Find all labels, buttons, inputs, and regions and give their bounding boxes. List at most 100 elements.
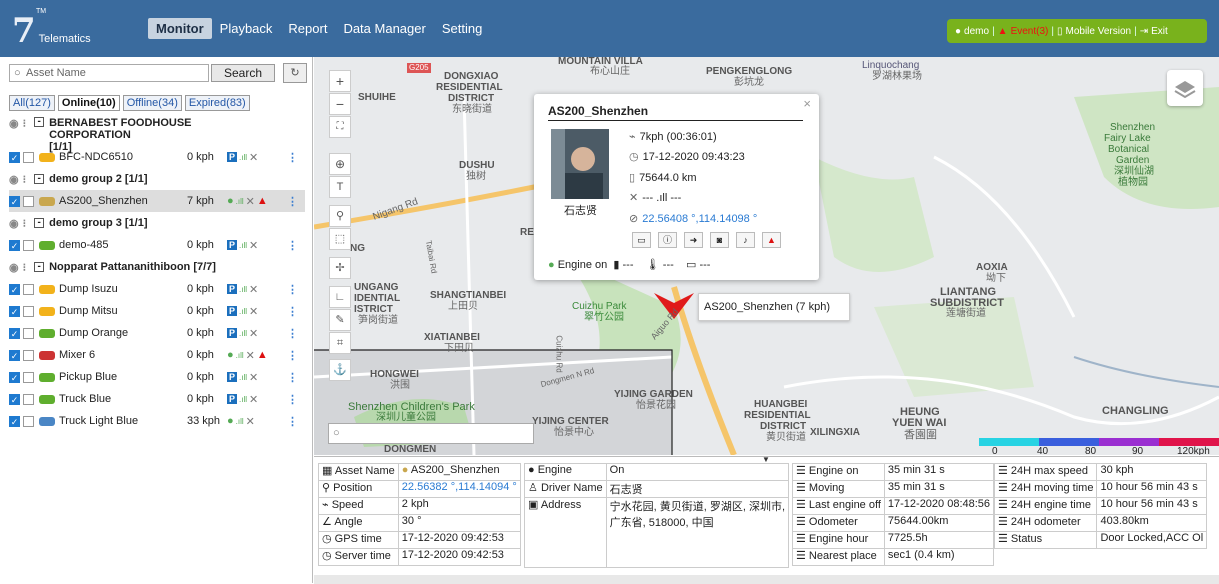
nav-setting[interactable]: Setting [434,18,490,39]
collapse-icon[interactable]: - [34,218,45,228]
more-icon[interactable]: ⋮ [287,327,298,340]
truck-icon [39,328,55,338]
search-icon: ○ [14,67,21,79]
collapse-icon[interactable]: - [34,174,45,184]
user-icon: ● [955,25,962,37]
select-area-icon[interactable]: ⬚ [329,228,351,250]
location-icon: ⚲ [322,482,331,494]
mobile-icon: ▯ [1056,25,1063,37]
eye-icon[interactable]: ◉ [9,173,19,186]
angle-icon[interactable]: ∟ [329,286,351,308]
message-icon[interactable]: ▭ [632,232,651,248]
more-icon[interactable]: ⋮ [287,393,298,406]
asset-row[interactable]: ✓ BFC-NDC6510 0 kph P .ıll ✕ ⋮ [9,146,305,168]
asset-row[interactable]: ✓ Dump Isuzu 0 kph P .ıll ✕ ⋮ [9,278,305,300]
more-icon[interactable]: ⋮ [287,349,298,362]
asset-row[interactable]: ✓ demo-485 0 kph P .ıll ✕ ⋮ [9,234,305,256]
motorbike-icon [39,416,55,426]
details-table-1: ▦ Asset Name ● AS200_Shenzhen ⚲ Position 2… [318,463,521,566]
group-row[interactable]: ◉ ⁝ - demo group 3 [1/1] [9,212,305,234]
collapse-icon[interactable]: - [34,117,45,127]
group-row[interactable]: ◉ ⁝ - BERNABEST FOODHOUSE CORPORATION [1/1] [9,114,305,154]
ruler-icon[interactable]: ✎ [329,309,351,331]
more-icon[interactable]: ⋮ [287,239,298,252]
clock-icon: ◷ [322,550,332,562]
group-row[interactable]: ◉ ⁝ - Nopparat Pattananithiboon [7/7] [9,256,305,278]
more-icon[interactable]: ⋮ [287,415,298,428]
tab-offline[interactable]: Offline(34) [122,95,182,111]
zoom-in-button[interactable]: + [329,70,351,92]
nav-playback[interactable]: Playback [212,18,281,39]
asset-row[interactable]: ✓ Truck Light Blue 33 kph ● .ıll ✕ ⋮ [9,410,305,432]
eye-icon[interactable]: ◉ [9,217,19,230]
alarm-icon[interactable]: ▲ [762,232,781,248]
checkbox[interactable]: ✓ [9,239,20,251]
move-icon[interactable]: ✢ [329,257,351,279]
details-table-2: ● Engine On ♙ Driver Name 石志贤 ▣ Address 宁水花… [524,463,790,568]
position-link[interactable]: 22.56382 °,114.14094 ° [397,480,521,498]
tab-all[interactable]: All(127) [9,95,55,111]
group-row[interactable]: ◉ ⁝ - demo group 2 [1/1] [9,168,305,190]
search-button[interactable]: Search [211,64,275,82]
asset-row[interactable]: ✓ Mixer 6 0 kph ● .ıll ✕ ▲ ⋮ [9,344,305,366]
signal-icon: ⁝ [22,118,27,130]
compass-icon: ⊘ [629,213,639,225]
more-icon[interactable]: ⋮ [287,195,298,208]
more-icon[interactable]: ⋮ [287,151,298,164]
checkbox[interactable] [23,151,34,163]
nav-data-manager[interactable]: Data Manager [335,18,433,39]
microphone-icon[interactable]: ♪ [736,232,755,248]
more-icon[interactable]: ⋮ [287,305,298,318]
tab-expired[interactable]: Expired(83) [184,95,250,111]
eye-icon[interactable]: ◉ [9,117,19,130]
tab-online[interactable]: Online(10) [57,95,120,111]
pickup-icon [39,372,55,382]
speed-icon: ⌁ [322,499,329,511]
details-panel: ▼ ▦ Asset Name ● AS200_Shenzhen ⚲ Positio… [314,455,1219,584]
anchor-icon[interactable]: ⚓ [329,359,351,381]
user-link[interactable]: demo [964,26,989,37]
asset-search-input[interactable]: ○ Asset Name [9,64,209,82]
eye-icon[interactable]: ◉ [9,261,19,274]
asset-row[interactable]: ✓ Truck Blue 0 kph P .ıll ✕ ⋮ [9,388,305,410]
checkbox[interactable] [23,195,34,207]
area-measure-icon[interactable]: ⌗ [329,332,351,354]
mixer-icon [39,350,55,360]
nav-report[interactable]: Report [280,18,335,39]
asset-panel: ○ Asset Name Search ↻ All(127) Online(10… [0,57,313,583]
asset-list: ◉ ⁝ - BERNABEST FOODHOUSE CORPORATION [1/1]… [9,114,305,432]
nav-monitor[interactable]: Monitor [148,18,212,39]
checkbox[interactable]: ✓ [9,151,20,163]
more-icon[interactable]: ⋮ [287,371,298,384]
top-bar: 7 TM Telematics Monitor Playback Report … [0,0,1219,57]
truck-icon [39,306,55,316]
map-search-input[interactable]: ○ [328,423,534,444]
speed-scale-legend: 0 40 80 90 120kph [979,438,1219,455]
asset-row-selected[interactable]: ✓ AS200_Shenzhen 7 kph ● .ıll ✕ ▲ ⋮ [9,190,305,212]
camera-icon[interactable]: ◙ [710,232,729,248]
exit-link[interactable]: Exit [1151,26,1168,37]
fullscreen-icon[interactable]: ⛶ [329,116,351,138]
collapse-icon[interactable]: - [34,262,45,272]
checkbox[interactable]: ✓ [9,195,20,207]
more-icon[interactable]: ⋮ [287,283,298,296]
poi-icon[interactable]: ⚲ [329,205,351,227]
asset-row[interactable]: ✓ Dump Orange 0 kph P .ıll ✕ ⋮ [9,322,305,344]
asset-row[interactable]: ✓ Pickup Blue 0 kph P .ıll ✕ ⋮ [9,366,305,388]
event-link[interactable]: Event(3) [1011,26,1049,37]
zoom-out-button[interactable]: − [329,93,351,115]
mobile-version-link[interactable]: Mobile Version [1066,26,1132,37]
info-icon[interactable]: ⓘ [658,232,677,248]
follow-icon[interactable]: ➜ [684,232,703,248]
layers-icon[interactable] [1167,70,1203,106]
asset-row[interactable]: ✓ Dump Mitsu 0 kph P .ıll ✕ ⋮ [9,300,305,322]
locate-icon[interactable]: ⊕ [329,153,351,175]
checkbox[interactable] [23,239,34,251]
refresh-icon[interactable]: ↻ [283,63,307,83]
text-tool-icon[interactable]: T [329,176,351,198]
driver-photo [551,129,609,199]
map-view[interactable]: DONGXIAO RESIDENTIAL DISTRICT 东晓街道 G205 … [314,57,1219,455]
close-icon[interactable]: × [803,96,811,111]
popup-coordinates[interactable]: 22.56408 °,114.14098 ° [642,213,757,225]
app-logo[interactable]: 7 TM Telematics [12,8,122,48]
